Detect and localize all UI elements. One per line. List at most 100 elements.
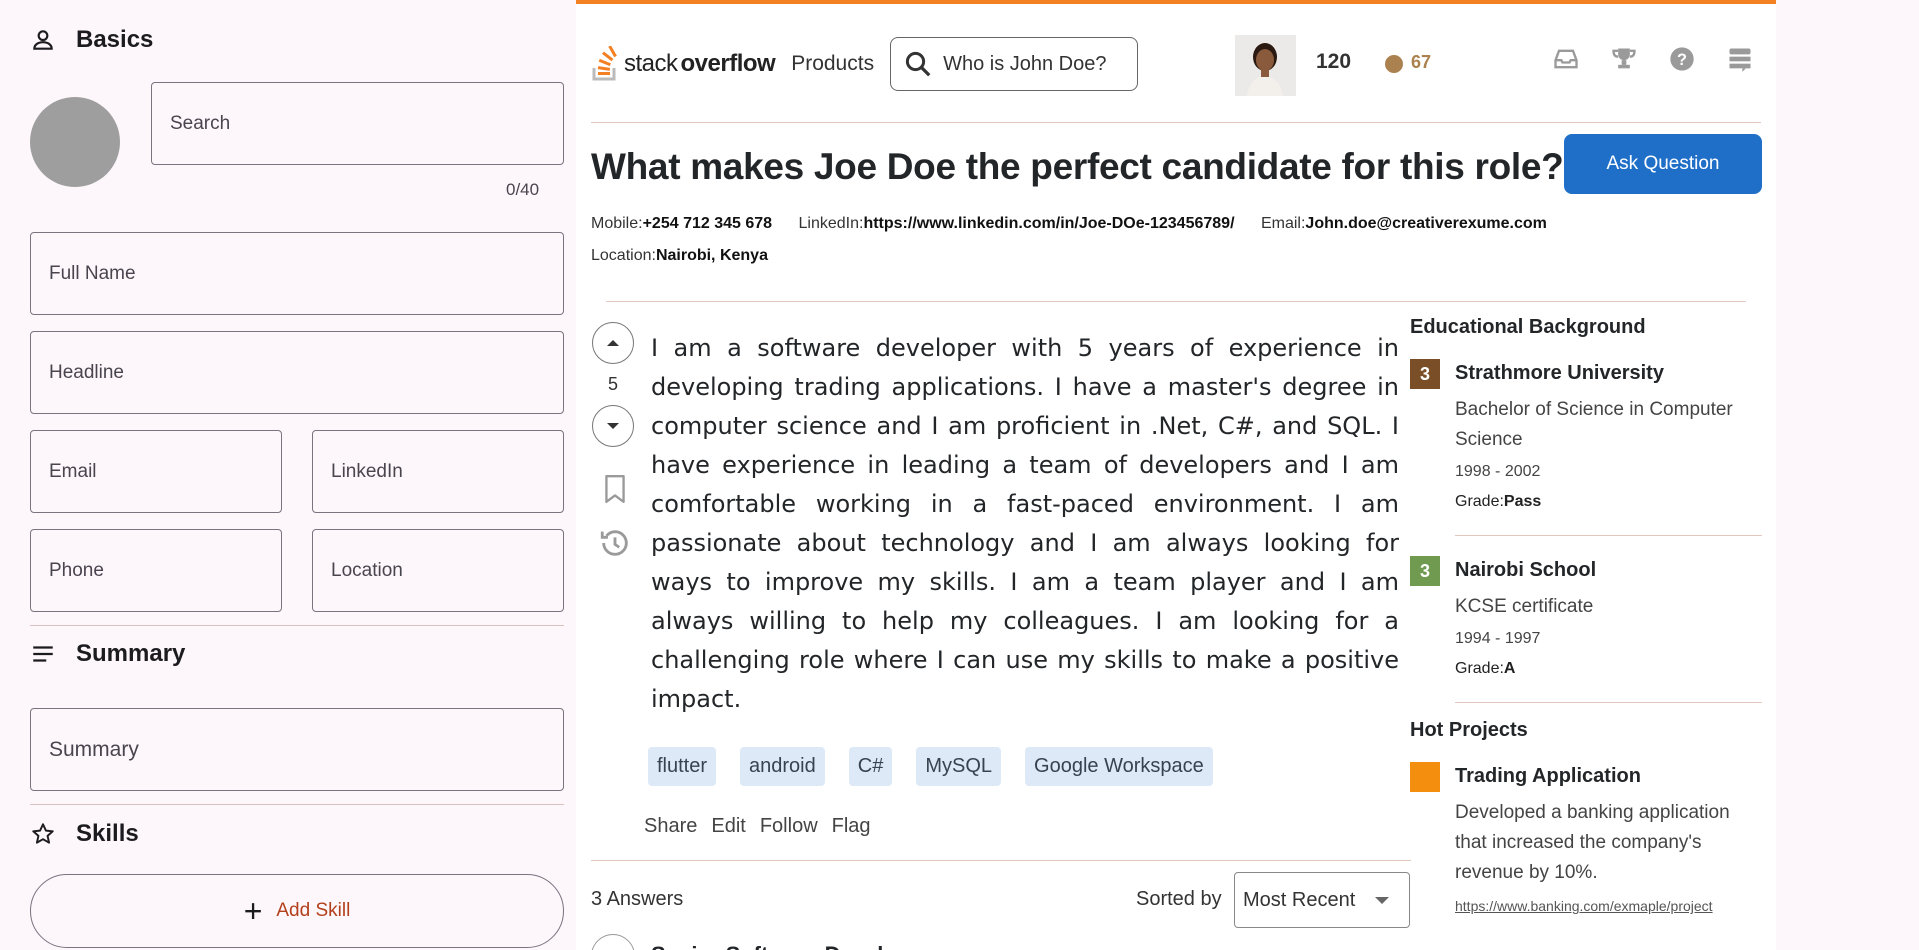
headline-input[interactable] bbox=[49, 361, 563, 384]
linkedin-field[interactable] bbox=[312, 430, 564, 513]
education-heading: Educational Background bbox=[1410, 316, 1646, 338]
bronze-badge-icon bbox=[1385, 55, 1403, 73]
tag[interactable]: android bbox=[740, 747, 825, 786]
summary-section-header: Summary bbox=[30, 640, 185, 668]
summary-heading: Summary bbox=[76, 640, 186, 667]
education-years: 1998 - 2002 bbox=[1455, 463, 1541, 480]
tag[interactable]: Google Workspace bbox=[1025, 747, 1213, 786]
caret-up-icon bbox=[607, 340, 619, 346]
email-field[interactable] bbox=[30, 430, 282, 513]
inbox-icon[interactable] bbox=[1551, 44, 1581, 74]
caret-down-icon bbox=[607, 423, 619, 429]
full-name-field[interactable] bbox=[30, 232, 564, 315]
project-name[interactable]: Trading Application bbox=[1455, 762, 1762, 790]
project-link[interactable]: https://www.banking.com/exmaple/project bbox=[1455, 898, 1762, 914]
summary-input[interactable] bbox=[49, 737, 563, 762]
tag[interactable]: C# bbox=[848, 747, 893, 786]
products-menu[interactable]: Products bbox=[791, 52, 874, 76]
site-search-box[interactable]: Who is John Doe? bbox=[890, 37, 1139, 91]
full-name-input[interactable] bbox=[49, 262, 563, 285]
tag[interactable]: flutter bbox=[648, 747, 717, 786]
upvote-button[interactable] bbox=[592, 322, 634, 364]
follow-link[interactable]: Follow bbox=[760, 815, 818, 838]
edit-link[interactable]: Edit bbox=[711, 815, 745, 838]
school-name[interactable]: Strathmore University bbox=[1455, 359, 1762, 387]
phone-field[interactable] bbox=[30, 529, 282, 612]
education-badge: 3 bbox=[1410, 556, 1440, 586]
trophy-icon[interactable] bbox=[1609, 44, 1639, 74]
linkedin-input[interactable] bbox=[331, 460, 563, 483]
grade-value: Pass bbox=[1503, 493, 1542, 510]
question-title: What makes Joe Doe the perfect candidate… bbox=[591, 146, 1564, 187]
stackoverflow-topbar: stack overflow Products Who is John Doe? … bbox=[591, 32, 1761, 96]
projects-heading: Hot Projects bbox=[1410, 719, 1528, 741]
add-skill-button[interactable]: + Add Skill bbox=[30, 874, 564, 948]
tag-list: flutter android C# MySQL Google Workspac… bbox=[648, 747, 1213, 786]
location-field[interactable] bbox=[312, 529, 564, 612]
location-label: Location: bbox=[591, 247, 656, 264]
logo-text-bold: overflow bbox=[680, 50, 776, 77]
sort-dropdown[interactable]: Most Recent bbox=[1234, 872, 1410, 928]
logo-text-light: stack bbox=[624, 50, 678, 77]
section-divider bbox=[30, 625, 564, 626]
stackoverflow-logo-icon bbox=[592, 46, 617, 81]
question-body: I am a software developer with 5 years o… bbox=[651, 334, 1399, 713]
vote-controls: 5 bbox=[592, 322, 634, 447]
linkedin-value[interactable]: https://www.linkedin.com/in/Joe-DOe-1234… bbox=[863, 215, 1234, 232]
chevron-down-icon bbox=[1375, 896, 1390, 904]
summary-field[interactable] bbox=[30, 708, 564, 791]
answer-title-partial: Senior Software Developer bbox=[651, 942, 931, 950]
downvote-button[interactable] bbox=[592, 405, 634, 447]
answer-upvote-button[interactable] bbox=[591, 934, 635, 950]
flag-link[interactable]: Flag bbox=[832, 815, 871, 838]
stackoverflow-logo[interactable]: stack overflow bbox=[591, 46, 776, 82]
degree: Bachelor of Science in Computer Science bbox=[1455, 399, 1733, 450]
ask-question-button[interactable]: Ask Question bbox=[1564, 134, 1762, 194]
bronze-badge-count: 67 bbox=[1411, 52, 1432, 72]
stack-exchange-icon[interactable] bbox=[1725, 44, 1755, 74]
location-input[interactable] bbox=[331, 559, 563, 582]
phone-input[interactable] bbox=[49, 559, 281, 582]
headline-field[interactable] bbox=[30, 331, 564, 414]
email-value[interactable]: John.doe@creativerexume.com bbox=[1305, 215, 1546, 232]
education-badge: 3 bbox=[1410, 359, 1440, 389]
user-avatar[interactable] bbox=[1235, 35, 1296, 96]
vote-count: 5 bbox=[607, 374, 618, 394]
share-link[interactable]: Share bbox=[644, 815, 697, 838]
help-icon[interactable]: ? bbox=[1667, 44, 1697, 74]
sidebar-divider bbox=[1455, 702, 1762, 703]
email-input[interactable] bbox=[49, 460, 281, 483]
education-item: 3 Strathmore University Bachelor of Scie… bbox=[1410, 359, 1762, 511]
answers-divider bbox=[591, 860, 1411, 861]
history-icon[interactable] bbox=[598, 526, 632, 565]
search-field[interactable] bbox=[151, 82, 564, 165]
contact-line-2: Location:Nairobi, Kenya bbox=[591, 247, 768, 265]
topbar-icons: ? bbox=[1551, 44, 1755, 74]
bookmark-icon[interactable] bbox=[602, 474, 628, 509]
basics-heading: Basics bbox=[76, 26, 154, 53]
education-years: 1994 - 1997 bbox=[1455, 630, 1541, 647]
basics-section-header: Basics bbox=[30, 26, 153, 54]
plus-icon: + bbox=[243, 893, 263, 929]
sidebar-divider bbox=[1455, 535, 1762, 536]
sorted-by-label: Sorted by bbox=[1136, 888, 1222, 910]
search-input[interactable] bbox=[170, 112, 563, 135]
education-grade: Grade:Pass bbox=[1455, 493, 1762, 511]
resume-editor-panel: Basics 0/40 Summary Skills + Add Skill bbox=[0, 0, 575, 950]
star-icon bbox=[32, 823, 54, 844]
reputation-score: 120 bbox=[1316, 50, 1352, 73]
sort-value: Most Recent bbox=[1243, 888, 1356, 911]
post-actions: Share Edit Follow Flag bbox=[644, 815, 871, 838]
project-color-square bbox=[1410, 762, 1440, 792]
resume-preview-panel: stack overflow Products Who is John Doe? … bbox=[576, 0, 1776, 950]
person-icon bbox=[33, 30, 53, 50]
school-name[interactable]: Nairobi School bbox=[1455, 556, 1762, 584]
avatar-placeholder[interactable] bbox=[30, 97, 120, 187]
content-divider bbox=[606, 301, 1746, 302]
education-item: 3 Nairobi School KCSE certificate 1994 -… bbox=[1410, 556, 1762, 678]
location-value: Nairobi, Kenya bbox=[655, 247, 768, 264]
grade-value: A bbox=[1503, 660, 1516, 677]
section-divider bbox=[30, 804, 564, 805]
tag[interactable]: MySQL bbox=[916, 747, 1002, 786]
mobile-label: Mobile: bbox=[591, 215, 643, 232]
